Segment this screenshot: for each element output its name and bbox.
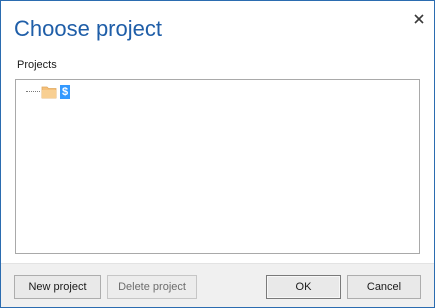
tree-node-root[interactable]: $ bbox=[26, 84, 71, 100]
new-project-button[interactable]: New project bbox=[14, 275, 101, 299]
close-icon bbox=[414, 14, 424, 24]
projects-tree[interactable]: $ bbox=[15, 79, 420, 254]
folder-icon bbox=[41, 85, 57, 99]
projects-label: Projects bbox=[17, 59, 57, 71]
dialog-title: Choose project bbox=[14, 16, 162, 41]
tree-connector bbox=[26, 91, 40, 93]
dialog-footer: New project Delete project OK Cancel bbox=[1, 263, 434, 307]
tree-node-label[interactable]: $ bbox=[60, 85, 71, 99]
choose-project-dialog: Choose project Projects $ New project De… bbox=[0, 0, 435, 308]
delete-project-button[interactable]: Delete project bbox=[107, 275, 197, 299]
close-button[interactable] bbox=[409, 9, 429, 29]
cancel-button[interactable]: Cancel bbox=[347, 275, 421, 299]
ok-button[interactable]: OK bbox=[266, 275, 341, 299]
